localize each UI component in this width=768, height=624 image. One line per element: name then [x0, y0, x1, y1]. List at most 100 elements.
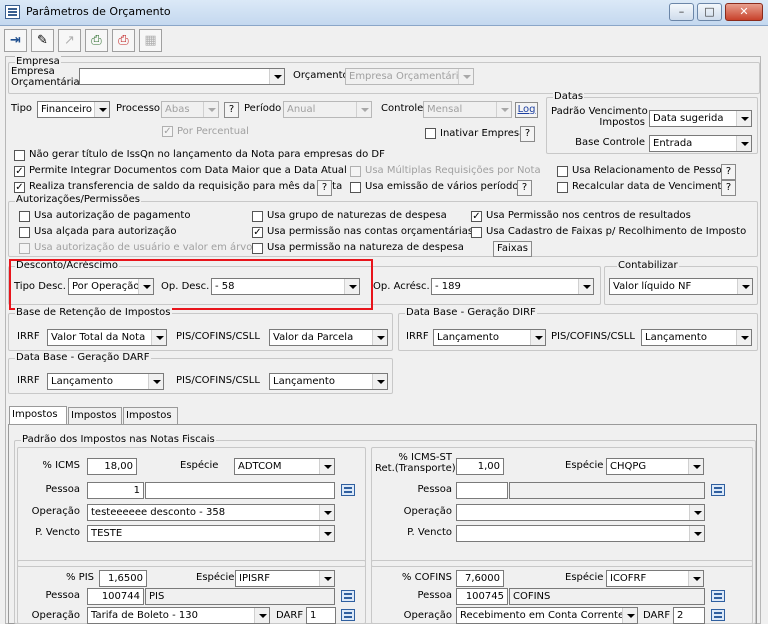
pis-pessoa-name-input[interactable]: PIS: [145, 588, 335, 605]
chevron-down-icon: [689, 526, 704, 541]
nao-gerar-checkbox[interactable]: [14, 150, 25, 161]
icms-st-pessoa-code-input[interactable]: [456, 482, 508, 499]
chevron-down-icon: [736, 330, 751, 345]
retencao-pis-select[interactable]: Valor da Parcela: [269, 329, 388, 346]
autorizacao-pagamento-checkbox[interactable]: [19, 211, 30, 222]
icms-st-operacao-select[interactable]: [456, 504, 705, 521]
print-setup-icon: ⎙: [118, 33, 129, 48]
cofins-pessoa-code-input[interactable]: 100745: [456, 588, 508, 605]
contabilizar-select[interactable]: Valor líquido NF: [609, 278, 753, 295]
usuario-valor-checkbox[interactable]: [19, 243, 30, 254]
chevron-down-icon: [94, 102, 109, 117]
permite-integrar-checkbox[interactable]: ✓: [14, 166, 25, 177]
padrao-vencimento-select[interactable]: Data sugerida: [649, 110, 752, 127]
icms-st-pessoa-name-input[interactable]: [509, 482, 705, 499]
pis-especie-select[interactable]: IPISRF: [235, 570, 335, 587]
tipo-label: Tipo: [11, 103, 33, 114]
pis-darf-lookup-icon[interactable]: [341, 609, 355, 621]
pis-pessoa-lookup-icon[interactable]: [341, 590, 355, 602]
chevron-down-icon: [203, 102, 218, 117]
icms-operacao-select[interactable]: testeeeeee desconto - 358: [87, 504, 335, 521]
edit-button[interactable]: ✎: [31, 29, 54, 52]
permissao-contas-checkbox[interactable]: ✓: [252, 227, 263, 238]
pis-operacao-select[interactable]: Tarifa de Boleto - 130: [87, 607, 270, 624]
chart-button[interactable]: ↗: [58, 29, 81, 52]
cofins-especie-select[interactable]: ICOFRF: [606, 570, 704, 587]
dirf-irrf-select[interactable]: Lançamento: [433, 329, 546, 346]
dirf-pis-select[interactable]: Lançamento: [641, 329, 752, 346]
permissao-centros-label: Usa Permissão nos centros de resultados: [486, 210, 691, 221]
usa-relacionamento-checkbox[interactable]: [557, 166, 568, 177]
realiza-transferencia-checkbox[interactable]: ✓: [14, 182, 25, 193]
icms-pessoa-lookup-icon[interactable]: [341, 484, 355, 496]
orcamento-select[interactable]: Empresa Orçamentária: [345, 68, 474, 85]
chevron-down-icon: [319, 571, 334, 586]
pis-darf-input[interactable]: 1: [306, 607, 336, 624]
permissao-centros-checkbox[interactable]: ✓: [471, 211, 482, 222]
tab-impostos-1[interactable]: Impostos 1: [9, 406, 67, 436]
icms-vencto-select[interactable]: TESTE: [87, 525, 335, 542]
icms-st-input[interactable]: 1,00: [456, 458, 504, 475]
processo-help-button[interactable]: ?: [224, 102, 239, 118]
recalcular-help-button[interactable]: ?: [721, 180, 736, 196]
cofins-pessoa-lookup-icon[interactable]: [711, 590, 725, 602]
chevron-down-icon: [689, 505, 704, 520]
inativar-empresa-checkbox[interactable]: [425, 128, 436, 139]
icms-input[interactable]: 18,00: [87, 458, 137, 475]
log-button[interactable]: Log: [515, 102, 538, 118]
permissao-natureza-checkbox[interactable]: [252, 243, 263, 254]
retencao-irrf-select[interactable]: Valor Total da Nota: [47, 329, 167, 346]
maximize-button[interactable]: □: [697, 3, 722, 21]
chevron-down-icon: [578, 279, 593, 294]
icms-label: % ICMS: [42, 460, 80, 471]
controle-select[interactable]: Mensal: [423, 101, 512, 118]
cofins-darf-lookup-icon[interactable]: [711, 609, 725, 621]
alcada-checkbox[interactable]: [19, 227, 30, 238]
op-acresc-select[interactable]: - 189: [431, 278, 594, 295]
transferencia-help-button[interactable]: ?: [317, 180, 332, 196]
base-controle-select[interactable]: Entrada: [649, 135, 752, 152]
recalcular-checkbox[interactable]: [557, 182, 568, 193]
grupo-naturezas-checkbox[interactable]: [252, 211, 263, 222]
usa-emissao-checkbox[interactable]: [350, 182, 361, 193]
icms-st-especie-select[interactable]: CHQPG: [606, 458, 704, 475]
exit-button[interactable]: ⇥: [4, 29, 27, 52]
faixas-button[interactable]: Faixas: [493, 241, 532, 257]
tab-impostos-2[interactable]: Impostos 2: [68, 407, 122, 437]
chevron-down-icon: [736, 111, 751, 126]
cofins-label: % COFINS: [401, 572, 452, 583]
empresa-orcamentaria-select[interactable]: [79, 68, 285, 85]
pis-input[interactable]: 1,6500: [99, 570, 147, 587]
tab-impostos-3[interactable]: Impostos 3: [123, 407, 178, 437]
calculator-button[interactable]: ▦: [139, 29, 162, 52]
icms-pessoa-code-input[interactable]: 1: [87, 482, 144, 499]
cofins-darf-input[interactable]: 2: [673, 607, 705, 624]
icms-st-pessoa-lookup-icon[interactable]: [711, 484, 725, 496]
cofins-operacao-select[interactable]: Recebimento em Conta Corrente - 5: [456, 607, 638, 624]
usa-multiplas-checkbox[interactable]: [350, 166, 361, 177]
pis-operacao-label: Operação: [31, 610, 80, 621]
darf-irrf-select[interactable]: Lançamento: [47, 373, 164, 390]
cofins-pessoa-name-input[interactable]: COFINS: [509, 588, 705, 605]
inativar-help-button[interactable]: ?: [520, 126, 535, 142]
processo-select[interactable]: Abas: [161, 101, 219, 118]
tipo-select[interactable]: Financeiro: [37, 101, 110, 118]
minimize-button[interactable]: –: [669, 3, 694, 21]
periodo-select[interactable]: Anual: [283, 101, 372, 118]
darf-irrf-label: IRRF: [17, 375, 40, 386]
cofins-input[interactable]: 7,6000: [456, 570, 504, 587]
por-percentual-checkbox[interactable]: ✓: [162, 126, 173, 137]
relacionamento-help-button[interactable]: ?: [721, 164, 736, 180]
print-setup-button[interactable]: ⎙: [112, 29, 135, 52]
icms-pessoa-name-input[interactable]: [145, 482, 335, 499]
pis-pessoa-code-input[interactable]: 100744: [87, 588, 144, 605]
cadastro-faixas-checkbox[interactable]: [471, 227, 482, 238]
print-button[interactable]: ⎙: [85, 29, 108, 52]
emissao-help-button[interactable]: ?: [517, 180, 532, 196]
empresa-orc-label-2: Orçamentária: [11, 77, 80, 88]
close-button[interactable]: ✕: [725, 3, 763, 21]
darf-pis-select[interactable]: Lançamento: [269, 373, 388, 390]
icms-especie-select[interactable]: ADTCOM: [234, 458, 335, 475]
cadastro-faixas-label: Usa Cadastro de Faixas p/ Recolhimento d…: [486, 226, 747, 237]
icms-st-vencto-select[interactable]: [456, 525, 705, 542]
